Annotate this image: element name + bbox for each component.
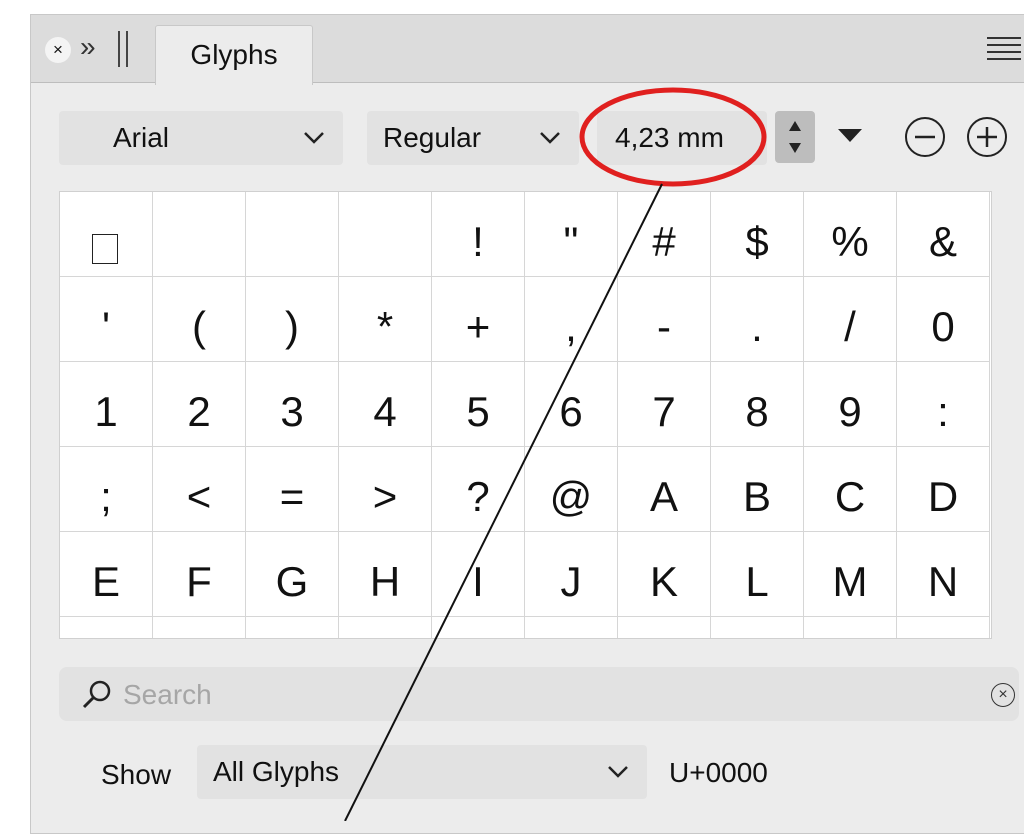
missing-glyph-icon bbox=[92, 234, 118, 264]
glyph-cell[interactable]: H bbox=[339, 532, 432, 617]
size-presets-arrow-icon[interactable] bbox=[836, 125, 864, 145]
glyph-grid: ! " # $% & '() * +, -./0 1 2 3 4 5 6 7 8 9:; < = >? @ A B C D E F G H… bbox=[59, 191, 992, 639]
glyphs-panel: × » Glyphs Arial Regular 4,23 mm ! " # $% & '… bbox=[30, 14, 1024, 834]
glyph-cell-partial[interactable] bbox=[711, 617, 804, 638]
glyph-cell[interactable]: I bbox=[432, 532, 525, 617]
chevron-down-icon bbox=[608, 766, 628, 778]
search-bar: × bbox=[59, 667, 1019, 723]
glyph-cell[interactable]: F bbox=[153, 532, 246, 617]
glyph-cell[interactable]: = bbox=[246, 447, 339, 532]
glyph-cell[interactable]: K bbox=[618, 532, 711, 617]
size-stepper[interactable] bbox=[775, 111, 815, 163]
glyph-cell-partial[interactable] bbox=[618, 617, 711, 638]
glyph-cell[interactable] bbox=[339, 192, 432, 277]
glyph-cell[interactable]: A bbox=[618, 447, 711, 532]
stepper-arrows-icon bbox=[789, 121, 801, 153]
glyph-cell[interactable]: G bbox=[246, 532, 339, 617]
zoom-out-button[interactable] bbox=[905, 117, 945, 157]
glyph-cell-partial[interactable] bbox=[897, 617, 990, 638]
close-icon[interactable]: × bbox=[45, 37, 71, 63]
glyph-cell[interactable]: 3 bbox=[246, 362, 339, 447]
chevron-down-icon bbox=[304, 132, 324, 144]
font-style-dropdown[interactable]: Regular bbox=[367, 111, 579, 165]
zoom-in-button[interactable] bbox=[967, 117, 1007, 157]
search-icon bbox=[82, 680, 111, 709]
glyph-cell[interactable]: : bbox=[897, 362, 990, 447]
glyph-cell[interactable]: L bbox=[711, 532, 804, 617]
show-filter-value: All Glyphs bbox=[213, 756, 340, 787]
search-input[interactable] bbox=[121, 667, 925, 723]
glyph-cell-notdef[interactable] bbox=[60, 192, 153, 277]
glyph-cell-partial[interactable] bbox=[246, 617, 339, 638]
glyph-cell[interactable]: % bbox=[804, 192, 897, 277]
glyph-cell[interactable]: ) bbox=[246, 277, 339, 362]
glyph-cell[interactable]: < bbox=[153, 447, 246, 532]
glyph-cell-partial[interactable] bbox=[339, 617, 432, 638]
glyph-cell[interactable]: 8 bbox=[711, 362, 804, 447]
glyph-cell[interactable]: C bbox=[804, 447, 897, 532]
glyph-cell[interactable]: + bbox=[432, 277, 525, 362]
glyph-cell[interactable]: 4 bbox=[339, 362, 432, 447]
glyph-cell-partial[interactable] bbox=[153, 617, 246, 638]
font-family-value: Arial bbox=[113, 122, 170, 153]
drag-grip-icon[interactable] bbox=[118, 31, 128, 67]
tab-glyphs[interactable]: Glyphs bbox=[155, 25, 313, 85]
glyph-cell[interactable]: ( bbox=[153, 277, 246, 362]
glyph-cell[interactable]: . bbox=[711, 277, 804, 362]
chevron-down-icon bbox=[540, 132, 560, 144]
glyph-cell[interactable]: @ bbox=[525, 447, 618, 532]
glyph-cell[interactable]: ' bbox=[60, 277, 153, 362]
font-size-value: 4,23 mm bbox=[615, 122, 724, 153]
show-label: Show bbox=[101, 759, 172, 790]
glyph-cell[interactable]: - bbox=[618, 277, 711, 362]
glyph-cell[interactable] bbox=[153, 192, 246, 277]
panel-menu-icon[interactable] bbox=[987, 37, 1021, 65]
glyph-cell[interactable]: 1 bbox=[60, 362, 153, 447]
clear-search-icon[interactable]: × bbox=[991, 683, 1015, 707]
glyph-cell[interactable]: M bbox=[804, 532, 897, 617]
plus-icon bbox=[977, 127, 997, 147]
font-size-field[interactable]: 4,23 mm bbox=[597, 111, 767, 165]
glyph-cell[interactable]: 2 bbox=[153, 362, 246, 447]
glyph-cell[interactable]: 7 bbox=[618, 362, 711, 447]
glyph-cell[interactable]: " bbox=[525, 192, 618, 277]
glyph-cell-partial[interactable] bbox=[432, 617, 525, 638]
glyph-cell[interactable] bbox=[246, 192, 339, 277]
glyph-cell-partial[interactable] bbox=[60, 617, 153, 638]
glyph-cell[interactable]: & bbox=[897, 192, 990, 277]
glyph-cell-partial[interactable] bbox=[525, 617, 618, 638]
glyph-cell-partial[interactable] bbox=[804, 617, 897, 638]
font-family-dropdown[interactable]: Arial bbox=[59, 111, 343, 165]
glyph-cell[interactable]: E bbox=[60, 532, 153, 617]
glyph-cell[interactable]: # bbox=[618, 192, 711, 277]
collapse-chevron-icon[interactable]: » bbox=[80, 31, 96, 63]
glyph-cell[interactable]: N bbox=[897, 532, 990, 617]
glyph-cell[interactable]: , bbox=[525, 277, 618, 362]
glyph-cell[interactable]: $ bbox=[711, 192, 804, 277]
panel-header: × » Glyphs bbox=[31, 15, 1024, 85]
glyph-cell[interactable]: B bbox=[711, 447, 804, 532]
glyph-cell[interactable]: D bbox=[897, 447, 990, 532]
glyph-cell[interactable]: * bbox=[339, 277, 432, 362]
glyph-cell[interactable]: ? bbox=[432, 447, 525, 532]
glyph-cell[interactable]: 9 bbox=[804, 362, 897, 447]
tab-glyphs-label: Glyphs bbox=[190, 39, 278, 70]
glyph-cell[interactable]: 0 bbox=[897, 277, 990, 362]
glyph-cell[interactable]: J bbox=[525, 532, 618, 617]
show-filter-dropdown[interactable]: All Glyphs bbox=[197, 745, 647, 799]
glyph-cell[interactable]: > bbox=[339, 447, 432, 532]
font-style-value: Regular bbox=[383, 122, 482, 153]
glyph-cell[interactable]: 6 bbox=[525, 362, 618, 447]
unicode-value: U+0000 bbox=[669, 757, 768, 788]
glyph-cell[interactable]: 5 bbox=[432, 362, 525, 447]
glyph-cell[interactable]: ; bbox=[60, 447, 153, 532]
minus-icon bbox=[915, 135, 935, 139]
glyph-cell[interactable]: ! bbox=[432, 192, 525, 277]
glyph-cell[interactable]: / bbox=[804, 277, 897, 362]
